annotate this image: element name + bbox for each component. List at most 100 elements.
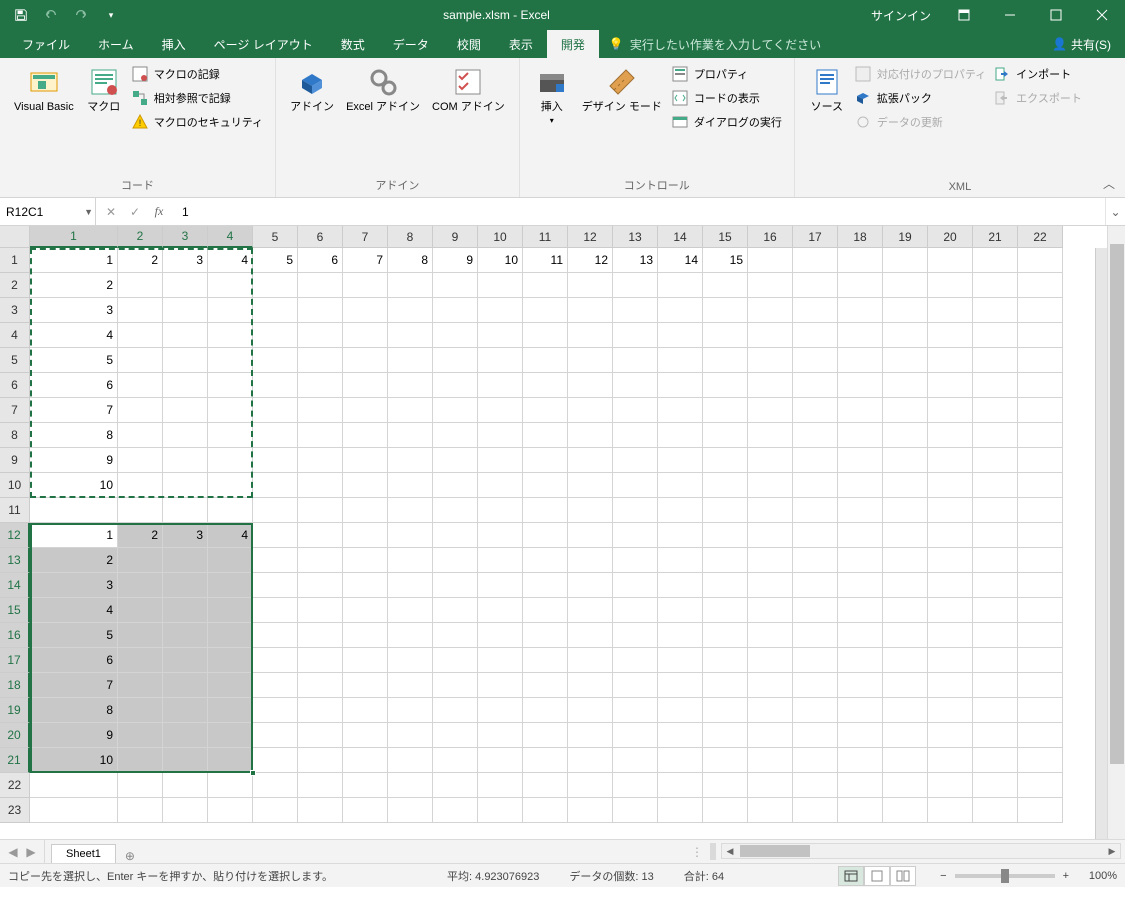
cell[interactable] <box>253 798 298 823</box>
cell[interactable] <box>928 448 973 473</box>
cell[interactable] <box>568 648 613 673</box>
cell[interactable] <box>253 323 298 348</box>
cell[interactable] <box>118 448 163 473</box>
cell[interactable] <box>973 298 1018 323</box>
cell[interactable] <box>613 448 658 473</box>
cell[interactable] <box>388 448 433 473</box>
cell[interactable] <box>208 448 253 473</box>
cell[interactable] <box>523 748 568 773</box>
cell[interactable] <box>838 448 883 473</box>
cell[interactable] <box>748 673 793 698</box>
relative-ref-button[interactable]: 相対参照で記録 <box>128 86 267 110</box>
cell[interactable] <box>433 273 478 298</box>
cell[interactable] <box>568 498 613 523</box>
cell[interactable] <box>388 548 433 573</box>
cell[interactable] <box>388 523 433 548</box>
column-header[interactable]: 17 <box>793 226 838 248</box>
cell[interactable] <box>343 273 388 298</box>
row-header[interactable]: 13 <box>0 548 30 573</box>
cell[interactable]: 9 <box>30 448 118 473</box>
cell[interactable] <box>478 273 523 298</box>
cell[interactable] <box>478 798 523 823</box>
cell[interactable] <box>703 723 748 748</box>
column-header[interactable]: 8 <box>388 226 433 248</box>
cell[interactable] <box>793 373 838 398</box>
cell[interactable] <box>523 398 568 423</box>
cell[interactable] <box>163 323 208 348</box>
cell[interactable] <box>568 473 613 498</box>
zoom-slider-thumb[interactable] <box>1001 869 1009 883</box>
cell[interactable] <box>568 748 613 773</box>
cell[interactable] <box>613 648 658 673</box>
row-header[interactable]: 9 <box>0 448 30 473</box>
cell[interactable] <box>433 598 478 623</box>
cell[interactable] <box>973 723 1018 748</box>
map-properties-button[interactable]: 対応付けのプロパティ <box>851 62 990 86</box>
export-button[interactable]: エクスポート <box>990 86 1086 110</box>
cell[interactable] <box>568 573 613 598</box>
cell[interactable] <box>478 623 523 648</box>
cell[interactable] <box>838 723 883 748</box>
cell[interactable] <box>1018 298 1063 323</box>
cell[interactable] <box>523 423 568 448</box>
cell[interactable] <box>478 573 523 598</box>
row-header[interactable]: 7 <box>0 398 30 423</box>
horizontal-scroll-thumb[interactable] <box>740 845 810 857</box>
hscroll-right-button[interactable]: ▶ <box>1104 844 1120 858</box>
cell[interactable] <box>883 748 928 773</box>
cell[interactable] <box>118 748 163 773</box>
cell[interactable] <box>613 798 658 823</box>
cell[interactable] <box>838 248 883 273</box>
cell[interactable] <box>388 673 433 698</box>
cell[interactable] <box>748 273 793 298</box>
cell[interactable] <box>658 348 703 373</box>
name-box[interactable]: R12C1 ▼ <box>0 198 96 225</box>
view-code-button[interactable]: コードの表示 <box>668 86 786 110</box>
select-all-button[interactable] <box>0 226 30 248</box>
cell[interactable] <box>478 723 523 748</box>
cell[interactable] <box>118 698 163 723</box>
cell[interactable] <box>1018 498 1063 523</box>
cell[interactable] <box>658 623 703 648</box>
cell[interactable] <box>928 373 973 398</box>
cell[interactable] <box>703 773 748 798</box>
cell[interactable] <box>1018 348 1063 373</box>
cell[interactable] <box>568 723 613 748</box>
cell[interactable] <box>748 298 793 323</box>
cell[interactable] <box>703 798 748 823</box>
cell[interactable] <box>343 698 388 723</box>
cell[interactable] <box>118 398 163 423</box>
tab-scroll-split[interactable] <box>710 843 716 860</box>
cell[interactable] <box>568 373 613 398</box>
cell[interactable] <box>118 423 163 448</box>
column-header[interactable]: 3 <box>163 226 208 248</box>
cell[interactable] <box>523 723 568 748</box>
cell[interactable] <box>793 773 838 798</box>
collapse-ribbon-button[interactable]: ︿ <box>1099 173 1119 193</box>
cell[interactable] <box>523 673 568 698</box>
cell[interactable] <box>208 623 253 648</box>
cell[interactable] <box>883 398 928 423</box>
column-header[interactable]: 4 <box>208 226 253 248</box>
row-header[interactable]: 18 <box>0 673 30 698</box>
cell[interactable]: 4 <box>208 248 253 273</box>
cell[interactable] <box>928 623 973 648</box>
cell[interactable] <box>703 398 748 423</box>
cell[interactable] <box>568 548 613 573</box>
cell[interactable] <box>298 473 343 498</box>
cell[interactable] <box>883 723 928 748</box>
cell[interactable] <box>703 323 748 348</box>
cell[interactable] <box>613 548 658 573</box>
cell[interactable] <box>388 773 433 798</box>
column-header[interactable]: 5 <box>253 226 298 248</box>
cell[interactable] <box>883 598 928 623</box>
cell[interactable] <box>208 698 253 723</box>
cell[interactable] <box>478 523 523 548</box>
cell[interactable] <box>208 548 253 573</box>
cell[interactable] <box>253 523 298 548</box>
cell[interactable] <box>388 598 433 623</box>
sheet-tab-1[interactable]: Sheet1 <box>51 844 116 863</box>
cell[interactable] <box>568 673 613 698</box>
cell[interactable] <box>253 298 298 323</box>
worksheet-grid[interactable]: 12345678910111213141516171819202122 1234… <box>0 226 1125 839</box>
